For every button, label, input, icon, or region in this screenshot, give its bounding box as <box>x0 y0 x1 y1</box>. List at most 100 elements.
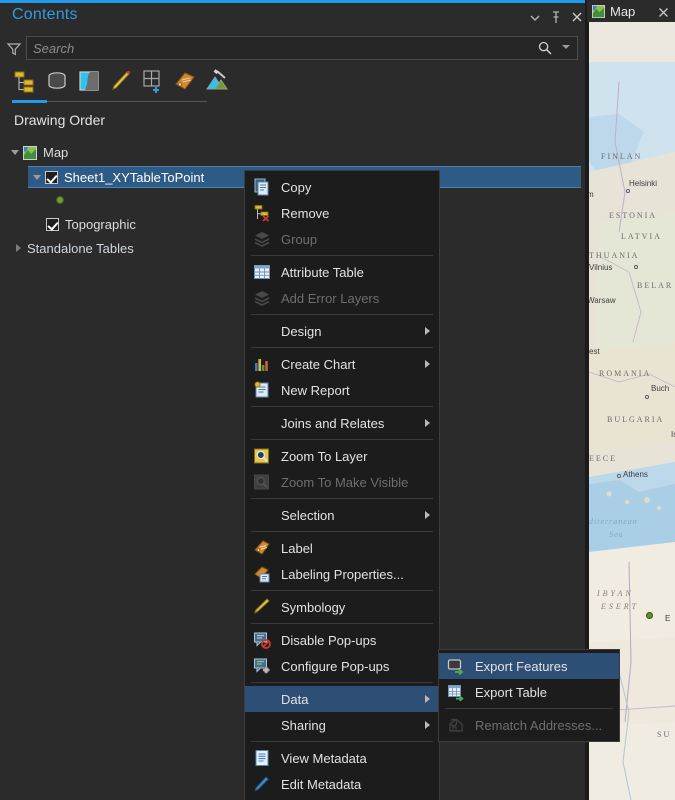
close-icon[interactable] <box>658 5 669 17</box>
arcgis-pro-window: Contents Search Drawing Order Map Sheet1… <box>0 0 675 800</box>
map-thumbnail-icon <box>23 145 37 160</box>
menu-item-label: Configure Pop-ups <box>281 658 390 674</box>
city-marker-dot <box>634 265 638 269</box>
menu-item-zoom-to-make-visible: Zoom To Make Visible <box>245 469 439 495</box>
menu-separator <box>251 590 433 591</box>
point-symbol-swatch <box>56 196 64 204</box>
tab-label: Map <box>610 3 636 19</box>
search-row <box>0 36 585 62</box>
menu-item-label: Attribute Table <box>281 264 364 280</box>
menu-separator <box>445 708 613 709</box>
menu-item-label: Selection <box>281 507 335 523</box>
tab-map[interactable]: Map <box>587 0 675 22</box>
menu-item-label: New Report <box>281 382 350 398</box>
panel-header: Contents <box>0 3 585 33</box>
attribute-table-icon <box>253 263 271 281</box>
menu-item-label: Joins and Relates <box>281 415 385 431</box>
list-by-snapping-icon[interactable] <box>140 68 166 94</box>
label-icon <box>253 539 271 557</box>
menu-item-design[interactable]: Design <box>245 318 439 344</box>
menu-separator <box>251 347 433 348</box>
feature-point-marker <box>646 612 653 619</box>
search-input[interactable] <box>33 37 533 59</box>
menu-item-attribute-table[interactable]: Attribute Table <box>245 259 439 285</box>
menu-item-group: Group <box>245 226 439 252</box>
tree-node-standalone-tables[interactable]: Standalone Tables <box>14 238 134 259</box>
tree-node-label: Standalone Tables <box>27 241 134 256</box>
menu-separator <box>251 623 433 624</box>
submenu-arrow-icon <box>425 327 430 335</box>
chevron-down-icon[interactable] <box>526 8 544 26</box>
menu-item-copy[interactable]: Copy <box>245 174 439 200</box>
menu-item-edit-metadata[interactable]: Edit Metadata <box>245 771 439 797</box>
menu-item-zoom-to-layer[interactable]: Zoom To Layer <box>245 443 439 469</box>
funnel-filter-icon[interactable] <box>5 40 25 58</box>
disable-popups-icon <box>253 631 271 649</box>
pin-icon[interactable] <box>547 8 565 26</box>
menu-item-label: Label <box>281 540 313 556</box>
submenu-item-export-table[interactable]: Export Table <box>439 679 619 705</box>
menu-item-add-error-layers: Add Error Layers <box>245 285 439 311</box>
tree-node-map[interactable]: Map <box>10 142 68 163</box>
submenu-item-export-features[interactable]: Export Features <box>439 653 619 679</box>
tree-node-label: Sheet1_XYTableToPoint <box>64 169 205 185</box>
menu-item-label: Add Error Layers <box>281 290 380 306</box>
menu-item-new-report[interactable]: New Report <box>245 377 439 403</box>
remove-layer-icon <box>253 204 271 222</box>
menu-separator <box>251 255 433 256</box>
close-icon[interactable] <box>568 8 586 26</box>
menu-item-remove[interactable]: Remove <box>245 200 439 226</box>
new-report-icon <box>253 381 271 399</box>
zoom-to-make-visible-icon <box>253 473 271 491</box>
menu-item-label: Remove <box>281 205 330 221</box>
edit-metadata-icon <box>253 775 271 793</box>
tree-node-label: Topographic <box>65 217 136 232</box>
menu-item-label: Edit Metadata <box>281 776 362 792</box>
menu-item-view-metadata[interactable]: View Metadata <box>245 745 439 771</box>
menu-item-symbology[interactable]: Symbology <box>245 594 439 620</box>
menu-item-label: Design <box>281 323 322 339</box>
search-box[interactable] <box>26 36 578 60</box>
basemap-visibility-checkbox[interactable] <box>46 218 59 231</box>
list-by-data-source-icon[interactable] <box>44 68 70 94</box>
menu-item-label: Sharing <box>281 717 326 733</box>
city-marker-dot <box>626 189 630 193</box>
export-features-icon <box>447 657 465 675</box>
list-by-labeling-icon[interactable] <box>172 68 198 94</box>
submenu-arrow-icon <box>425 695 430 703</box>
menu-item-selection[interactable]: Selection <box>245 502 439 528</box>
export-table-icon <box>447 683 465 701</box>
menu-separator <box>251 406 433 407</box>
rematch-addresses-icon <box>447 716 465 734</box>
menu-item-label: Data <box>281 691 309 707</box>
list-by-editing-icon[interactable] <box>108 68 134 94</box>
tree-node-label: Map <box>43 145 69 160</box>
menu-item-data[interactable]: Data <box>245 686 439 712</box>
create-chart-icon <box>253 355 271 373</box>
menu-item-labeling-properties[interactable]: Labeling Properties... <box>245 561 439 587</box>
layer-context-menu: Copy Remove Group Attribute Table Add Error … <box>244 170 440 800</box>
group-layers-icon <box>253 230 271 248</box>
menu-separator <box>251 741 433 742</box>
menu-item-label: Copy <box>281 179 312 195</box>
expander-icon[interactable] <box>32 172 43 183</box>
menu-item-create-chart[interactable]: Create Chart <box>245 351 439 377</box>
menu-item-sharing[interactable]: Sharing <box>245 712 439 738</box>
tree-node-basemap[interactable]: Topographic <box>46 214 136 235</box>
menu-item-joins-and-relates[interactable]: Joins and Relates <box>245 410 439 436</box>
menu-item-label[interactable]: Label <box>245 535 439 561</box>
expander-icon[interactable] <box>10 147 21 158</box>
menu-item-configure-pop-ups[interactable]: Configure Pop-ups <box>245 653 439 679</box>
search-options-caret[interactable] <box>562 45 570 49</box>
data-submenu: Export Features Export Table Rematch Addre… <box>438 649 620 742</box>
list-by-drawing-order-icon[interactable] <box>12 68 38 94</box>
magnifier-icon[interactable] <box>537 40 553 56</box>
tool-underline <box>47 101 207 102</box>
menu-item-disable-pop-ups[interactable]: Disable Pop-ups <box>245 627 439 653</box>
submenu-item-label: Export Table <box>475 684 548 700</box>
list-by-selection-icon[interactable] <box>76 68 102 94</box>
list-by-charts-icon[interactable] <box>204 68 230 94</box>
layer-visibility-checkbox[interactable] <box>45 170 58 184</box>
configure-popups-icon <box>253 657 271 675</box>
expander-icon[interactable] <box>14 243 25 254</box>
